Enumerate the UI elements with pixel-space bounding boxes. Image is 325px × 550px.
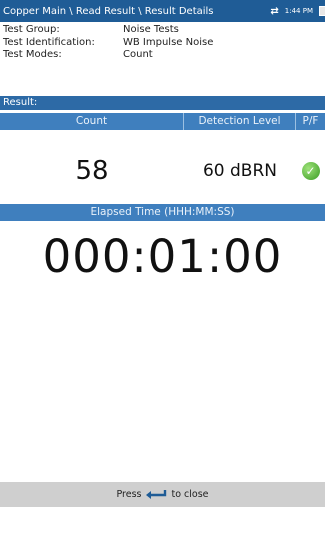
info-row: Test Identification: WB Impulse Noise [3, 37, 323, 50]
test-info: Test Group: Noise Tests Test Identificat… [3, 24, 323, 62]
elapsed-time-value: 000:01:00 [42, 230, 283, 283]
column-count: Count [0, 113, 184, 130]
close-hint-text: to close [171, 489, 209, 500]
column-pass-fail: P/F [302, 115, 319, 127]
back-arrow-icon [145, 489, 167, 500]
bottom-area [0, 507, 325, 550]
column-detection-level: Detection Level [184, 113, 296, 130]
detection-level-value: 60 dBRN [202, 161, 278, 181]
result-columns: Count Detection Level P/F [0, 113, 325, 130]
close-hint-bar[interactable]: Press to close [0, 482, 325, 507]
info-value: Count [123, 49, 153, 60]
info-row: Test Modes: Count [3, 49, 323, 62]
status-area: ⇄ 1:44 PM [270, 6, 325, 17]
title-bar: Copper Main \ Read Result \ Result Detai… [0, 0, 325, 22]
info-label: Test Group: [3, 24, 60, 35]
battery-icon [319, 6, 325, 16]
info-row: Test Group: Noise Tests [3, 24, 323, 37]
info-label: Test Identification: [3, 36, 95, 48]
breadcrumb: Copper Main \ Read Result \ Result Detai… [3, 5, 214, 17]
info-label: Test Modes: [3, 49, 62, 60]
pass-fail-cell: ✓ [296, 162, 325, 180]
info-value: WB Impulse Noise [123, 36, 214, 48]
sync-arrows-icon: ⇄ [270, 5, 279, 17]
result-values: 58 60 dBRN ✓ [0, 148, 325, 194]
count-value: 58 [75, 156, 109, 186]
info-value: Noise Tests [123, 24, 179, 35]
close-hint-press: Press [116, 489, 142, 500]
result-header: Result: [0, 96, 325, 110]
check-circle-icon: ✓ [301, 162, 320, 180]
clock: 1:44 PM [284, 7, 313, 15]
elapsed-time-header: Elapsed Time (HHH:MM:SS) [0, 204, 325, 221]
